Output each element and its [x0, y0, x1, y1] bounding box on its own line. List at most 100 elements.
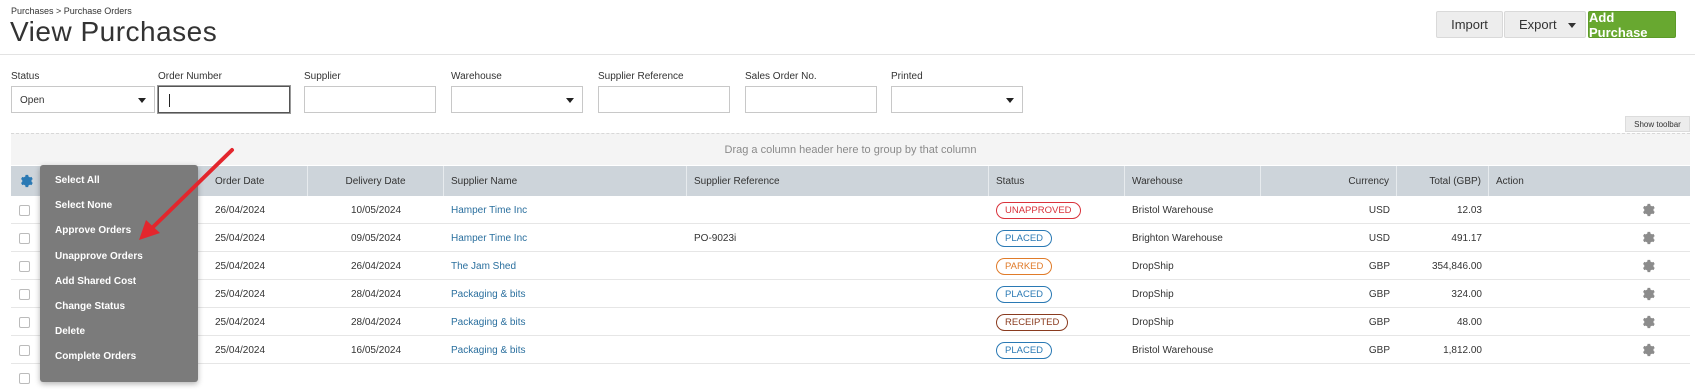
supplier-name-link[interactable]: Packaging & bits — [444, 336, 687, 364]
supplier-name-link[interactable]: Packaging & bits — [444, 308, 687, 336]
supplier-input[interactable] — [304, 86, 436, 113]
page-title: View Purchases — [10, 16, 218, 47]
supplier-reference-input[interactable] — [598, 86, 730, 113]
supplier-reference-cell — [687, 336, 989, 364]
supplier-name-link[interactable]: Packaging & bits — [444, 280, 687, 308]
table-row[interactable]: 26/04/2024 10/05/2024 Hamper Time Inc UNAPP… — [11, 196, 1690, 224]
currency-cell: USD — [1368, 204, 1390, 216]
table-row[interactable]: 25/04/2024 26/04/2024 The Jam Shed PARKED Dr… — [11, 252, 1690, 280]
row-checkbox[interactable] — [19, 289, 30, 300]
delivery-date-cell: 09/05/2024 — [350, 232, 402, 244]
total-cell: 1,812.00 — [1443, 344, 1482, 356]
table-row[interactable]: 25/04/2024 28/04/2024 Packaging & bits RECE… — [11, 308, 1690, 336]
table-row[interactable]: 25/04/2024 09/05/2024 Hamper Time Inc PO-90… — [11, 224, 1690, 252]
warehouse-cell: Brighton Warehouse — [1132, 232, 1223, 244]
supplier-reference-filter: Supplier Reference — [598, 71, 730, 113]
status-badge: PARKED — [996, 257, 1053, 275]
row-checkbox[interactable] — [19, 233, 30, 244]
warehouse-cell: DropShip — [1132, 316, 1174, 328]
grid-header: Order Date Delivery Date Supplier Name S… — [11, 166, 1690, 196]
gear-icon[interactable] — [19, 174, 33, 188]
delivery-date-cell: 26/04/2024 — [350, 260, 402, 272]
supplier-filter: Supplier — [304, 71, 436, 113]
delivery-date-cell: 10/05/2024 — [350, 204, 402, 216]
gear-icon[interactable] — [1641, 203, 1655, 217]
menu-item-approve-orders[interactable]: Approve Orders — [55, 225, 131, 236]
group-by-drop-zone[interactable]: Drag a column header here to group by th… — [11, 133, 1690, 165]
menu-item-add-shared-cost[interactable]: Add Shared Cost — [55, 276, 136, 287]
total-cell: 12.03 — [1456, 204, 1482, 216]
column-currency[interactable]: Currency — [1261, 166, 1397, 196]
status-cell: PLACED — [989, 280, 1125, 308]
order-number-label: Order Number — [158, 71, 222, 82]
warehouse-cell: DropShip — [1132, 288, 1174, 300]
row-checkbox[interactable] — [19, 317, 30, 328]
order-date-cell: 25/04/2024 — [215, 232, 266, 244]
export-label: Export — [1519, 17, 1557, 32]
printed-select[interactable] — [891, 86, 1023, 113]
menu-item-select-all[interactable]: Select All — [55, 175, 100, 186]
delivery-date-cell: 28/04/2024 — [350, 316, 402, 328]
warehouse-select[interactable] — [451, 86, 583, 113]
status-badge: UNAPPROVED — [996, 201, 1081, 219]
status-value: Open — [20, 95, 45, 106]
currency-cell: GBP — [1368, 260, 1390, 272]
menu-item-select-none[interactable]: Select None — [55, 200, 112, 211]
column-order-date[interactable]: Order Date — [208, 166, 308, 196]
warehouse-label: Warehouse — [451, 71, 502, 82]
supplier-name-link[interactable]: Hamper Time Inc — [444, 196, 687, 224]
status-badge: RECEIPTED — [996, 313, 1069, 331]
printed-filter: Printed — [891, 71, 1023, 113]
status-badge: PLACED — [996, 229, 1053, 247]
row-checkbox[interactable] — [19, 261, 30, 272]
import-button[interactable]: Import — [1436, 11, 1503, 38]
status-badge: PLACED — [996, 285, 1053, 303]
gear-icon[interactable] — [1641, 315, 1655, 329]
supplier-name-link[interactable]: The Jam Shed — [444, 252, 687, 280]
gear-icon[interactable] — [1641, 259, 1655, 273]
column-supplier-name[interactable]: Supplier Name — [444, 166, 687, 196]
warehouse-filter: Warehouse — [451, 71, 583, 113]
gear-icon[interactable] — [1641, 287, 1655, 301]
header-divider — [0, 54, 1695, 55]
currency-cell: GBP — [1368, 316, 1390, 328]
order-date-cell: 25/04/2024 — [215, 316, 266, 328]
gear-icon[interactable] — [1641, 343, 1655, 357]
show-toolbar-button[interactable]: Show toolbar — [1625, 116, 1690, 132]
add-purchase-button[interactable]: Add Purchase — [1588, 10, 1676, 40]
warehouse-cell: Bristol Warehouse — [1132, 344, 1214, 356]
table-row[interactable]: 25/04/2024 28/04/2024 Packaging & bits PLAC… — [11, 280, 1690, 308]
column-warehouse[interactable]: Warehouse — [1125, 166, 1261, 196]
menu-item-delete[interactable]: Delete — [55, 326, 85, 337]
order-date-cell: 25/04/2024 — [215, 260, 266, 272]
column-status[interactable]: Status — [989, 166, 1125, 196]
row-checkbox[interactable] — [19, 205, 30, 216]
status-select[interactable]: Open — [11, 86, 155, 113]
status-cell: PLACED — [989, 336, 1125, 364]
sales-order-input[interactable] — [745, 86, 877, 113]
column-total[interactable]: Total (GBP) — [1397, 166, 1489, 196]
column-delivery-date[interactable]: Delivery Date — [308, 166, 444, 196]
chevron-down-icon — [138, 98, 146, 103]
delivery-date-cell: 16/05/2024 — [350, 344, 402, 356]
menu-item-unapprove-orders[interactable]: Unapprove Orders — [55, 251, 143, 262]
export-button[interactable]: Export — [1504, 11, 1586, 38]
text-cursor — [169, 94, 170, 107]
row-checkbox[interactable] — [19, 345, 30, 356]
menu-item-change-status[interactable]: Change Status — [55, 301, 125, 312]
sales-order-label: Sales Order No. — [745, 71, 817, 82]
menu-item-complete-orders[interactable]: Complete Orders — [55, 351, 136, 362]
bulk-actions-menu: Select All Select None Approve Orders Unapp… — [40, 165, 198, 382]
currency-cell: USD — [1368, 232, 1390, 244]
total-cell: 491.17 — [1451, 232, 1482, 244]
supplier-reference-label: Supplier Reference — [598, 71, 684, 82]
order-number-input[interactable] — [158, 86, 290, 113]
supplier-name-link[interactable]: Hamper Time Inc — [444, 224, 687, 252]
total-cell: 354,846.00 — [1431, 260, 1482, 272]
row-checkbox[interactable] — [19, 373, 30, 384]
gear-icon[interactable] — [1641, 231, 1655, 245]
column-supplier-reference[interactable]: Supplier Reference — [687, 166, 989, 196]
table-row[interactable] — [11, 364, 1690, 390]
breadcrumb[interactable]: Purchases > Purchase Orders — [11, 6, 132, 16]
table-row[interactable]: 25/04/2024 16/05/2024 Packaging & bits PLAC… — [11, 336, 1690, 364]
